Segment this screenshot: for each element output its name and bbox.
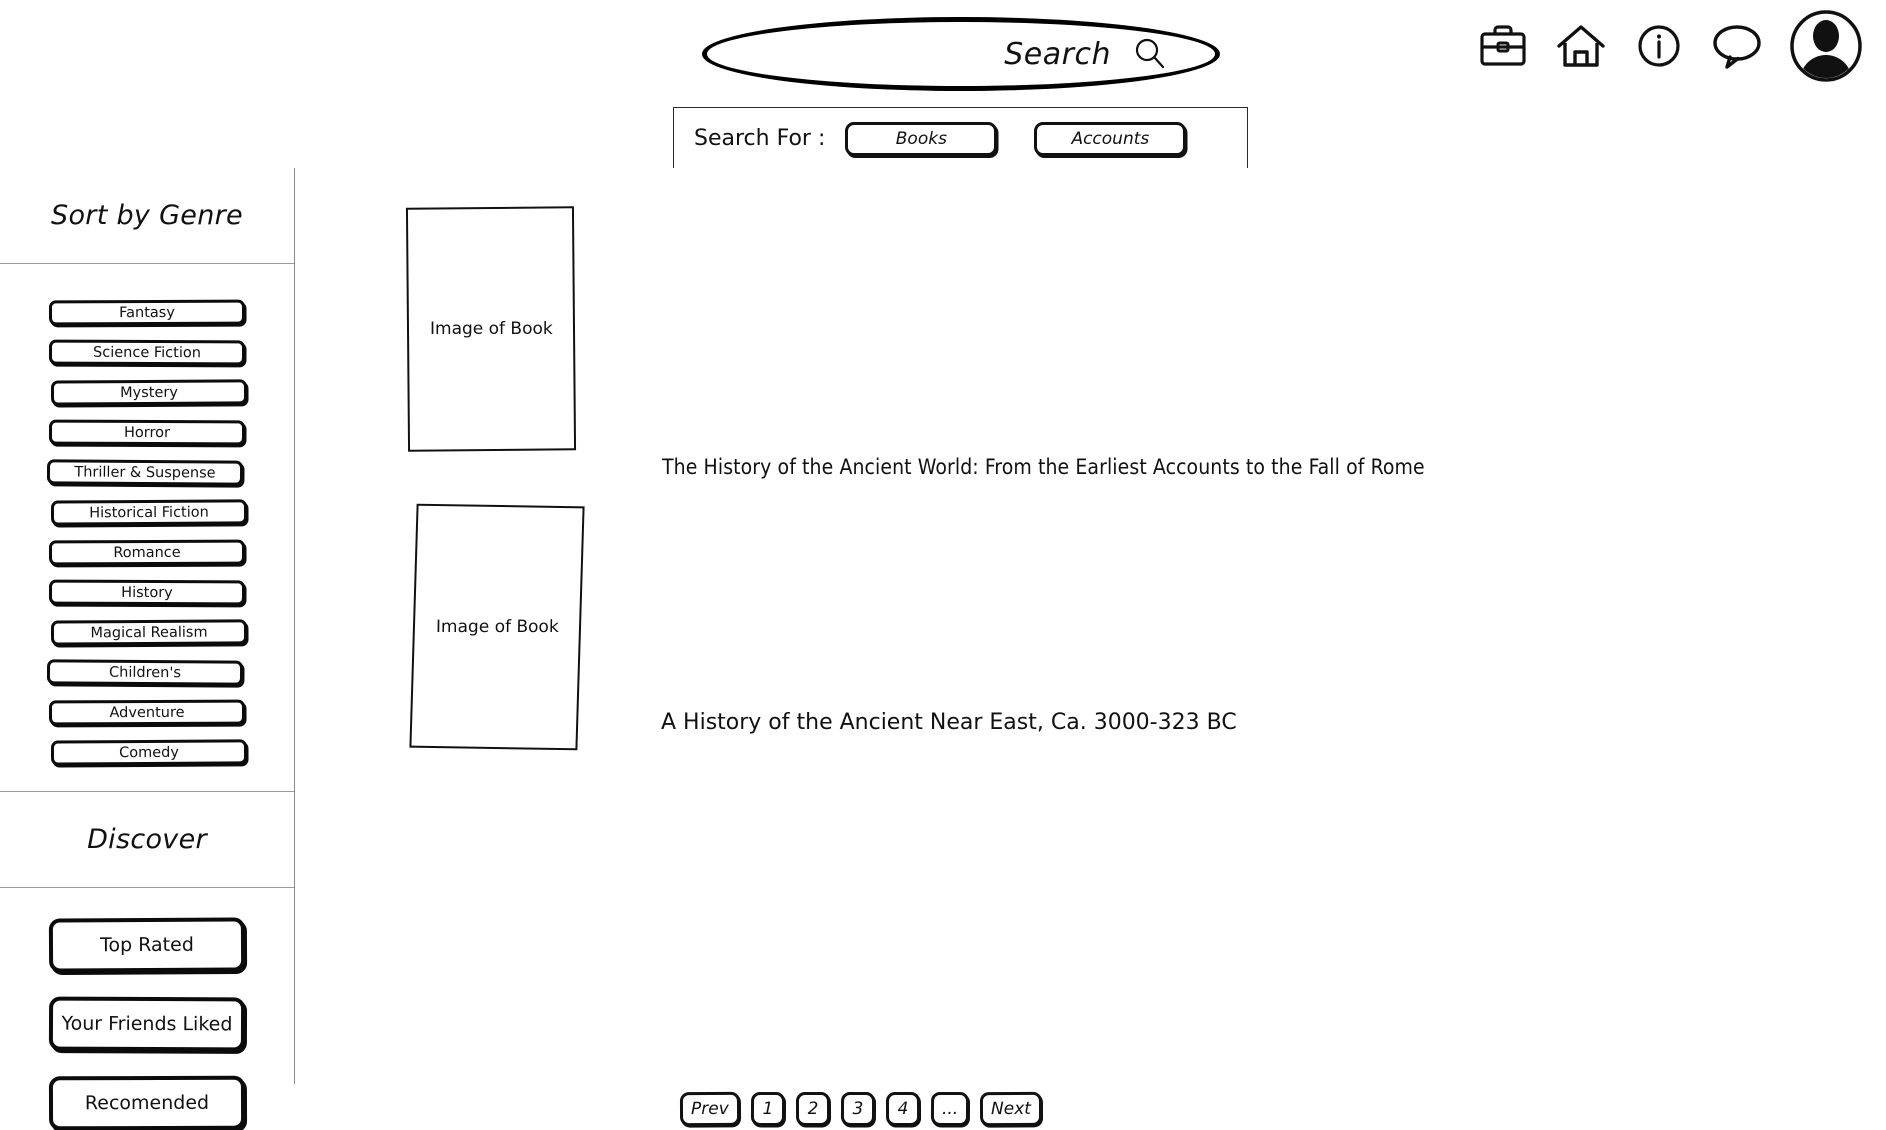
sidebar-discover-header: Discover xyxy=(0,792,294,888)
search-for-accounts-button[interactable]: Accounts xyxy=(1034,121,1187,156)
pagination-ellipsis-label: ... xyxy=(941,1098,959,1120)
genre-label: Adventure xyxy=(109,704,185,721)
search-for-panel: Search For : Books Accounts xyxy=(673,107,1248,169)
sidebar-discover-title: Discover xyxy=(87,824,207,855)
pagination: Prev 1 2 3 4 ... Next xyxy=(679,1091,1042,1127)
top-bar: Search Search For : Books Accounts xyxy=(0,0,1886,169)
info-icon[interactable] xyxy=(1632,19,1686,73)
genre-label: Horror xyxy=(123,424,171,441)
discover-label: Top Rated xyxy=(100,933,194,957)
sidebar: Sort by Genre Fantasy Science Fiction My… xyxy=(0,168,295,1130)
search-for-books-button[interactable]: Books xyxy=(845,121,998,156)
pagination-page-label: 1 xyxy=(762,1098,774,1120)
sidebar-item-magical-realism[interactable]: Magical Realism xyxy=(50,619,248,646)
pagination-page-3[interactable]: 3 xyxy=(840,1091,875,1127)
sidebar-item-romance[interactable]: Romance xyxy=(48,539,246,566)
book-cover-label: Image of Book xyxy=(429,319,553,339)
search-placeholder-label: Search xyxy=(1004,36,1111,72)
pagination-prev-button[interactable]: Prev xyxy=(679,1091,740,1127)
pagination-page-label: 4 xyxy=(897,1098,909,1120)
genre-label: Science Fiction xyxy=(93,344,201,361)
discover-button-list: Top Rated Your Friends Liked Recomended xyxy=(0,888,294,1130)
chat-bubble-icon[interactable] xyxy=(1710,19,1764,73)
pagination-page-label: 3 xyxy=(852,1098,864,1120)
briefcase-icon[interactable] xyxy=(1476,19,1530,73)
nav-icon-bar xyxy=(1476,8,1864,84)
genre-label: Magical Realism xyxy=(90,624,208,641)
genre-label: Mystery xyxy=(120,384,178,401)
sidebar-item-fantasy[interactable]: Fantasy xyxy=(48,299,246,326)
search-for-books-label: Books xyxy=(895,128,947,149)
pagination-next-label: Next xyxy=(990,1098,1031,1120)
sidebar-item-history[interactable]: History xyxy=(48,579,246,606)
pagination-next-button[interactable]: Next xyxy=(979,1091,1042,1127)
book-title[interactable]: A History of the Ancient Near East, Ca. … xyxy=(661,710,1237,735)
genre-label: History xyxy=(121,584,173,601)
search-for-label: Search For : xyxy=(694,126,826,151)
book-title[interactable]: The History of the Ancient World: From t… xyxy=(662,455,1425,479)
search-for-accounts-label: Accounts xyxy=(1071,128,1150,149)
genre-label: Fantasy xyxy=(119,304,175,321)
home-icon[interactable] xyxy=(1554,19,1608,73)
discover-label: Your Friends Liked xyxy=(61,1012,233,1036)
pagination-ellipsis[interactable]: ... xyxy=(930,1091,970,1127)
genre-label: Children's xyxy=(109,664,181,681)
sidebar-item-horror[interactable]: Horror xyxy=(48,419,246,446)
discover-label: Recomended xyxy=(84,1091,210,1115)
pagination-prev-label: Prev xyxy=(690,1098,729,1120)
genre-label: Romance xyxy=(113,544,181,561)
sidebar-item-comedy[interactable]: Comedy xyxy=(50,739,248,766)
genre-button-list: Fantasy Science Fiction Mystery Horror T… xyxy=(0,264,294,792)
sidebar-item-adventure[interactable]: Adventure xyxy=(48,699,246,726)
sidebar-item-top-rated[interactable]: Top Rated xyxy=(48,917,246,973)
search-icon[interactable] xyxy=(1133,37,1167,71)
genre-label: Thriller & Suspense xyxy=(74,463,216,481)
search-results-area: Image of Book The History of the Ancient… xyxy=(295,168,1886,1127)
sidebar-item-thriller-suspense[interactable]: Thriller & Suspense xyxy=(46,459,244,486)
book-cover-label: Image of Book xyxy=(435,617,559,637)
sidebar-item-historical-fiction[interactable]: Historical Fiction xyxy=(50,499,248,526)
search-input[interactable]: Search xyxy=(702,17,1220,91)
sidebar-item-science-fiction[interactable]: Science Fiction xyxy=(48,339,246,366)
sidebar-item-childrens[interactable]: Children's xyxy=(46,659,244,686)
pagination-page-2[interactable]: 2 xyxy=(795,1091,830,1127)
book-cover-placeholder[interactable]: Image of Book xyxy=(405,206,577,452)
sidebar-genre-header: Sort by Genre xyxy=(0,168,294,264)
genre-label: Comedy xyxy=(119,744,179,761)
pagination-page-label: 2 xyxy=(807,1098,819,1120)
book-cover-placeholder[interactable]: Image of Book xyxy=(409,503,585,751)
pagination-page-4[interactable]: 4 xyxy=(885,1091,920,1127)
genre-label: Historical Fiction xyxy=(89,504,209,521)
pagination-page-1[interactable]: 1 xyxy=(750,1091,785,1127)
avatar-icon[interactable] xyxy=(1788,8,1864,84)
sidebar-genre-title: Sort by Genre xyxy=(51,200,243,231)
sidebar-item-your-friends-liked[interactable]: Your Friends Liked xyxy=(48,996,246,1052)
sidebar-item-mystery[interactable]: Mystery xyxy=(50,379,248,406)
